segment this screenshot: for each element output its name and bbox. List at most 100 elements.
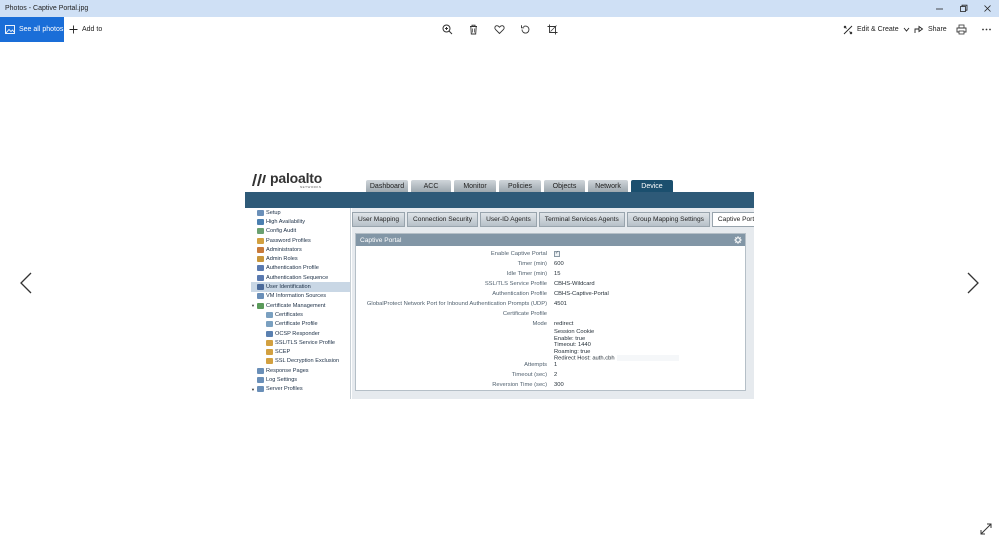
see-all-photos-button[interactable]: See all photos (0, 17, 64, 42)
sidebar-item-label: Administrators (266, 246, 302, 253)
crop-icon[interactable] (544, 21, 560, 37)
field-value: 300 (554, 382, 564, 388)
favorite-icon[interactable] (491, 21, 507, 37)
paloalto-logo-icon (252, 174, 266, 186)
add-to-label: Add to (82, 26, 103, 33)
sidebar-item-label: Response Pages (266, 367, 309, 374)
rotate-icon[interactable] (517, 21, 533, 37)
sidebar-item-label: Log Settings (266, 376, 298, 383)
sidebar: Setup High Availability Config Audit Passwo… (251, 208, 351, 399)
field-value: 1 (554, 362, 558, 368)
field-label: Mode (532, 321, 547, 327)
field-label: Idle Timer (min) (506, 271, 547, 277)
gear-icon (734, 236, 742, 244)
redacted-area (616, 355, 679, 361)
subtab-user-mapping: User Mapping (352, 212, 406, 227)
sidebar-item: Setup (251, 208, 350, 217)
maximize-button[interactable] (951, 0, 975, 17)
window-title: Photos - Captive Portal.jpg (5, 5, 89, 12)
sidebar-item-icon (266, 339, 273, 346)
sidebar-item-label: SSL/TLS Service Profile (275, 339, 336, 346)
sidebar-item-label: Server Profiles (266, 386, 303, 393)
sidebar-item-icon (266, 349, 273, 356)
sidebar-item: Certificates (251, 310, 350, 319)
sidebar-item: High Availability (251, 217, 350, 226)
subtabs: User Mapping Connection Security User-ID… (352, 212, 754, 227)
previous-photo-button[interactable] (19, 272, 33, 294)
delete-icon[interactable] (465, 21, 481, 37)
logo-subtext: NETWORKS (300, 185, 322, 189)
field-value: 15 (554, 271, 561, 277)
sidebar-item: Authentication Sequence (251, 273, 350, 282)
captive-portal-panel: Captive Portal Enable Captive Portal Tim… (355, 233, 746, 391)
main-area: User Mapping Connection Security User-ID… (352, 208, 754, 399)
chevron-left-icon (20, 272, 32, 294)
minimize-button[interactable] (927, 0, 951, 17)
sidebar-item-icon (257, 228, 264, 235)
field-value: CBHS-Wildcard (554, 281, 595, 287)
sidebar-item: SSL Decryption Exclusion (251, 357, 350, 366)
logo-text: paloalto (270, 170, 323, 186)
more-icon[interactable] (978, 21, 994, 37)
field-value: Roaming: true (554, 348, 591, 355)
field-value: 2 (554, 372, 558, 378)
chevron-right-icon (967, 272, 979, 294)
sidebar-item-icon (257, 265, 264, 272)
plus-icon (69, 25, 78, 34)
subtab-connection-security: Connection Security (407, 212, 479, 227)
minimize-icon (935, 8, 943, 10)
restore-icon (959, 4, 967, 12)
sidebar-item-icon (257, 218, 264, 225)
sidebar-item: SSL/TLS Service Profile (251, 338, 350, 347)
sidebar-item-icon (266, 311, 273, 318)
field-value: redirect (554, 321, 574, 327)
sidebar-item-label: VM Information Sources (266, 293, 327, 300)
print-icon[interactable] (953, 21, 969, 37)
sidebar-item: OCSP Responder (251, 329, 350, 338)
share-icon (914, 25, 924, 33)
sidebar-item-label: Certificates (275, 311, 303, 318)
sidebar-item-label: User Identification (266, 284, 311, 291)
panel-title: Captive Portal (360, 236, 402, 244)
sidebar-item: User Identification (251, 282, 350, 292)
field-label: GlobalProtect Network Port for Inbound A… (366, 301, 547, 307)
sidebar-item-label: Certificate Management (266, 302, 326, 309)
subtab-captive-portal-settings: Captive Portal Settings (711, 212, 754, 227)
fullscreen-button[interactable] (980, 522, 992, 535)
sidebar-item-label: Admin Roles (266, 256, 298, 263)
sidebar-item: Password Profiles (251, 236, 350, 245)
photos-icon (5, 25, 15, 34)
sidebar-item-icon (266, 330, 273, 337)
expand-icon (980, 523, 992, 535)
sidebar-item: Certificate Profile (251, 320, 350, 329)
photo-image: paloalto NETWORKS Dashboard ACC Monitor … (245, 168, 754, 399)
sidebar-item-label: SSL Decryption Exclusion (275, 358, 340, 365)
next-photo-button[interactable] (966, 272, 980, 294)
sidebar-item: SCEP (251, 347, 350, 356)
sidebar-item: Authentication Profile (251, 264, 350, 273)
sidebar-item-icon (257, 246, 264, 253)
share-button[interactable]: Share (914, 17, 947, 42)
zoom-in-icon[interactable] (439, 21, 455, 37)
sidebar-item: Log Settings (251, 375, 350, 384)
sidebar-item-icon (257, 367, 264, 374)
sidebar-item-icon (266, 321, 273, 328)
field-value: CBHS-Captive-Portal (554, 291, 609, 297)
field-label: Reversion Time (sec) (492, 382, 547, 388)
field-label: Certificate Profile (502, 311, 547, 317)
sidebar-item-icon (257, 293, 264, 300)
field-label: Timeout (sec) (511, 372, 547, 378)
field-label: Enable Captive Portal (490, 251, 547, 257)
sidebar-item-label: OCSP Responder (275, 330, 320, 337)
field-value: 4501 (554, 301, 567, 307)
field-value: Session Cookie (554, 329, 595, 335)
close-button[interactable] (975, 0, 999, 17)
sidebar-item-label: Password Profiles (266, 237, 311, 244)
edit-create-button[interactable]: Edit & Create (843, 17, 910, 42)
subtab-group-mapping-settings: Group Mapping Settings (626, 212, 710, 227)
sidebar-item-icon (257, 302, 264, 309)
edit-create-label: Edit & Create (857, 26, 899, 33)
sidebar-item-label: High Availability (266, 218, 306, 225)
add-to-button[interactable]: Add to (69, 17, 102, 42)
sidebar-item-label: Authentication Profile (266, 265, 319, 272)
